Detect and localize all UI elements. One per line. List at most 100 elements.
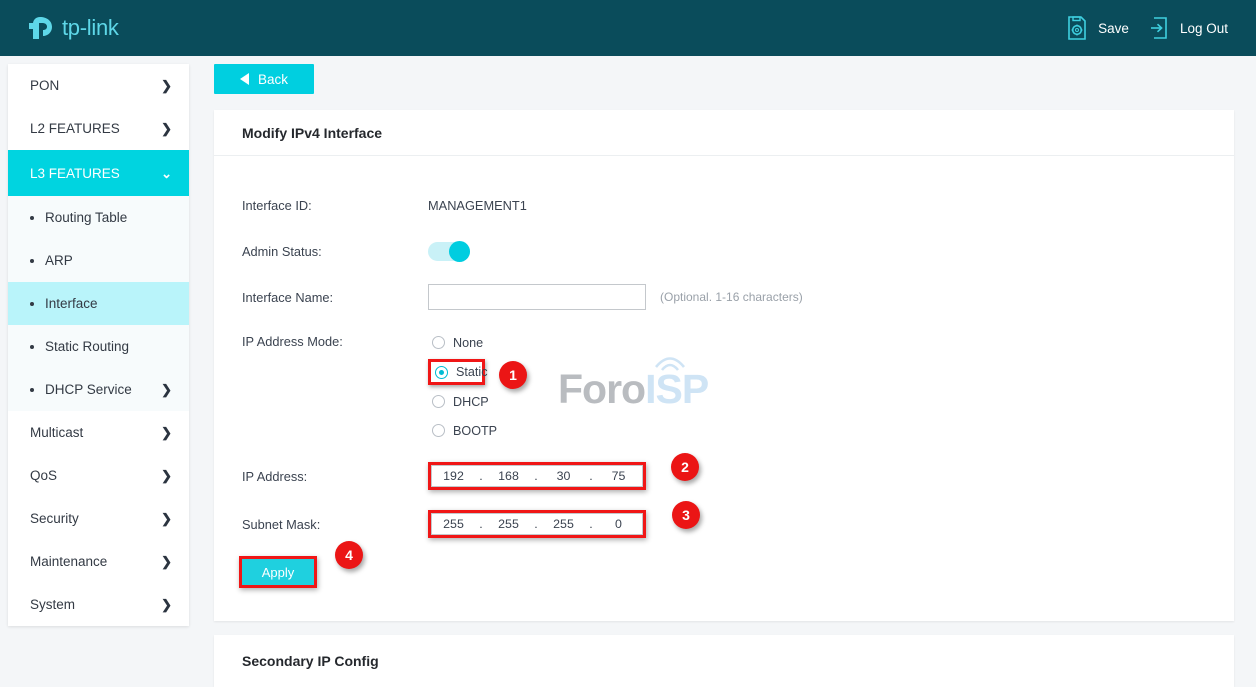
sidebar-item-arp[interactable]: ARP	[8, 239, 189, 282]
bullet-icon	[30, 345, 34, 349]
sidebar-item-label: Maintenance	[30, 554, 107, 569]
interface-name-label: Interface Name:	[242, 290, 428, 305]
sidebar-item-label: L3 FEATURES	[30, 166, 120, 181]
brand-logo[interactable]: tp-link	[27, 13, 119, 43]
sidebar-item-pon[interactable]: PON ❯	[8, 64, 189, 107]
field-row-subnet-mask: Subnet Mask: 255 . 255 . 255 . 0 3	[242, 505, 1206, 543]
sidebar-item-label: ARP	[45, 253, 73, 268]
mask-octet-4[interactable]: 0	[597, 517, 640, 531]
sidebar-item-system[interactable]: System ❯	[8, 583, 189, 626]
modify-ipv4-interface-panel: Modify IPv4 Interface ForoISP Interface …	[214, 110, 1234, 621]
interface-name-input[interactable]	[428, 284, 646, 310]
logout-arrow-icon	[1147, 15, 1171, 41]
ip-dot-separator: .	[585, 517, 597, 531]
field-row-ip-address: IP Address: 192 . 168 . 30 . 75 2	[242, 457, 1206, 495]
chevron-right-icon: ❯	[161, 512, 172, 525]
sidebar-item-security[interactable]: Security ❯	[8, 497, 189, 540]
radio-option-none[interactable]: None	[428, 328, 503, 357]
secondary-panel-title: Secondary IP Config	[214, 635, 1234, 687]
save-label: Save	[1098, 21, 1129, 36]
annotation-badge-2: 2	[671, 453, 699, 481]
mask-octet-3[interactable]: 255	[542, 517, 585, 531]
chevron-right-icon: ❯	[161, 555, 172, 568]
ip-octet-2[interactable]: 168	[487, 469, 530, 483]
sidebar-item-maintenance[interactable]: Maintenance ❯	[8, 540, 189, 583]
mask-octet-1[interactable]: 255	[432, 517, 475, 531]
ip-dot-separator: .	[475, 517, 487, 531]
arrow-left-icon	[240, 73, 249, 85]
field-row-apply: Apply 4	[242, 553, 1206, 591]
mask-octet-2[interactable]: 255	[487, 517, 530, 531]
ip-dot-separator: .	[530, 469, 542, 483]
panel-title: Modify IPv4 Interface	[214, 110, 1234, 156]
radio-option-static[interactable]: Static 1	[428, 359, 485, 385]
bullet-icon	[30, 216, 34, 220]
field-row-ip-address-mode: IP Address Mode: None Static 1 DHCP	[242, 328, 1206, 445]
admin-status-label: Admin Status:	[242, 244, 428, 259]
sidebar-item-label: PON	[30, 78, 59, 93]
sidebar-item-label: Security	[30, 511, 79, 526]
sidebar-item-routing-table[interactable]: Routing Table	[8, 196, 189, 239]
sidebar-item-dhcp-service[interactable]: DHCP Service ❯	[8, 368, 189, 411]
ip-dot-separator: .	[530, 517, 542, 531]
logout-label: Log Out	[1180, 21, 1228, 36]
ip-address-mode-label: IP Address Mode:	[242, 328, 428, 349]
radio-label: BOOTP	[453, 424, 497, 438]
sidebar-item-label: System	[30, 597, 75, 612]
save-button[interactable]: Save	[1065, 15, 1129, 41]
radio-circle-icon	[432, 336, 445, 349]
radio-circle-icon	[432, 395, 445, 408]
sidebar-item-label: Interface	[45, 296, 98, 311]
ip-address-mode-radio-group: None Static 1 DHCP BOOTP	[428, 328, 503, 445]
tplink-logo-icon	[27, 13, 57, 43]
chevron-right-icon: ❯	[161, 598, 172, 611]
sidebar-item-static-routing[interactable]: Static Routing	[8, 325, 189, 368]
sidebar-item-multicast[interactable]: Multicast ❯	[8, 411, 189, 454]
ip-dot-separator: .	[475, 469, 487, 483]
annotation-badge-3: 3	[672, 501, 700, 529]
field-row-interface-name: Interface Name: (Optional. 1-16 characte…	[242, 278, 1206, 316]
subnet-mask-label: Subnet Mask:	[242, 517, 428, 532]
toggle-knob	[449, 241, 470, 262]
sidebar-navigation: PON ❯ L2 FEATURES ❯ L3 FEATURES ⌄ Routin…	[8, 64, 189, 626]
sidebar-item-l3-features[interactable]: L3 FEATURES ⌄	[8, 150, 189, 196]
subnet-mask-field[interactable]: 255 . 255 . 255 . 0	[431, 513, 643, 535]
chevron-down-icon: ⌄	[161, 167, 172, 180]
logout-button[interactable]: Log Out	[1147, 15, 1228, 41]
sidebar-item-label: QoS	[30, 468, 57, 483]
ip-address-field[interactable]: 192 . 168 . 30 . 75	[431, 465, 643, 487]
ip-octet-1[interactable]: 192	[432, 469, 475, 483]
sidebar-item-interface[interactable]: Interface	[8, 282, 189, 325]
brand-name: tp-link	[62, 15, 119, 41]
admin-status-toggle[interactable]	[428, 242, 470, 261]
radio-circle-icon	[432, 424, 445, 437]
header-actions: Save Log Out	[1065, 15, 1228, 41]
back-label: Back	[258, 72, 288, 87]
bullet-icon	[30, 388, 34, 392]
ip-octet-3[interactable]: 30	[542, 469, 585, 483]
sidebar-item-label: DHCP Service	[45, 382, 132, 397]
sidebar-item-label: Static Routing	[45, 339, 129, 354]
radio-option-dhcp[interactable]: DHCP	[428, 387, 503, 416]
interface-id-value: MANAGEMENT1	[428, 198, 527, 213]
radio-circle-icon	[435, 366, 448, 379]
sidebar-item-qos[interactable]: QoS ❯	[8, 454, 189, 497]
main-content: Back Modify IPv4 Interface ForoISP Inter…	[214, 64, 1234, 687]
radio-option-bootp[interactable]: BOOTP	[428, 416, 503, 445]
ip-octet-4[interactable]: 75	[597, 469, 640, 483]
panel-body: ForoISP Interface ID: MANAGEMENT1 Admin …	[214, 156, 1234, 621]
radio-label: None	[453, 336, 483, 350]
chevron-right-icon: ❯	[161, 426, 172, 439]
bullet-icon	[30, 302, 34, 306]
sidebar-submenu-l3: Routing Table ARP Interface Static Routi…	[8, 196, 189, 411]
back-button[interactable]: Back	[214, 64, 314, 94]
apply-button[interactable]: Apply	[242, 559, 314, 585]
bullet-icon	[30, 259, 34, 263]
interface-name-hint: (Optional. 1-16 characters)	[660, 290, 803, 304]
sidebar-item-label: Multicast	[30, 425, 83, 440]
interface-id-label: Interface ID:	[242, 198, 428, 213]
sidebar-item-label: L2 FEATURES	[30, 121, 120, 136]
chevron-right-icon: ❯	[161, 79, 172, 92]
sidebar-item-l2-features[interactable]: L2 FEATURES ❯	[8, 107, 189, 150]
annotation-badge-4: 4	[335, 541, 363, 569]
